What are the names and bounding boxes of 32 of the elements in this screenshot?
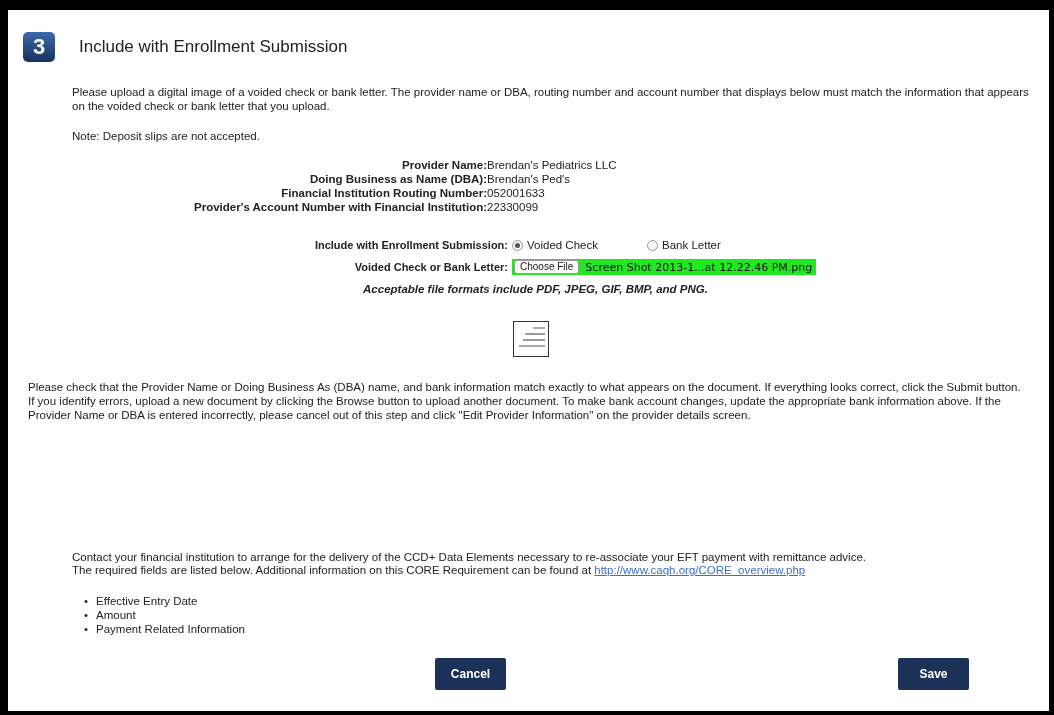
verification-text: Please check that the Provider Name or Doing Business As (DBA) name, and bank information match exactly to what appears on the document. If everything looks correct, click the Submit button. If you identify errors, upload a new document by clicking the Browse button to upload another document. To make bank account changes, update the appropriate bank information above. If the Provider Name or DBA is entered incorrectly, please cancel out of this step and click "Edit Provider Information" on the provider details screen.	[28, 381, 1022, 423]
core-link[interactable]: http://www.caqh.org/CORE_overview.php	[594, 564, 806, 577]
field-value: 052001633	[487, 187, 546, 201]
list-item: Payment Related Information	[96, 622, 245, 637]
list-item: Effective Entry Date	[96, 594, 198, 609]
field-value: 22330099	[487, 200, 540, 215]
field-value: Brendan's Ped's	[487, 173, 572, 187]
radio-label[interactable]: Bank Letter	[662, 238, 721, 253]
field-label: Provider's Account Number with Financial Institution:	[194, 200, 488, 215]
radio-button[interactable]	[512, 239, 523, 251]
file-input[interactable]: Choose File Screen Shot 2013-1...at 12.22.46 PM.png	[512, 259, 817, 276]
radio-label[interactable]: Voided Check	[527, 238, 598, 253]
bullet-mark: •	[84, 622, 89, 637]
field-label: Include with Enrollment Submission:	[313, 238, 508, 253]
contact-text: Contact your financial institution to arrange for the delivery of the CCD+ Data Elements necessary to re-associate your EFT payment with remittance advice.	[72, 550, 867, 565]
field-label: Provider Name:	[401, 159, 488, 174]
bullet-mark: •	[84, 608, 89, 623]
instruction-text: Please upload a digital image of a voided check or bank letter. The provider name or DBA, routing number and account number that displays below must match the information that appears on the voided check or bank letter that you upload.	[72, 86, 1029, 114]
radio-button[interactable]	[647, 239, 658, 251]
contact-text: The required fields are listed below. Additional information on this CORE Requirement can be found at	[72, 564, 592, 577]
field-value: Brendan's Pediatrics LLC	[487, 159, 617, 174]
section-title: Include with Enrollment Submission	[79, 36, 348, 58]
save-button[interactable]: Save	[898, 658, 969, 691]
file-formats-note: Acceptable file formats include PDF, JPEG, GIF, BMP, and PNG.	[362, 283, 709, 298]
field-label: Voided Check or Bank Letter:	[353, 260, 508, 274]
cancel-button[interactable]: Cancel	[435, 658, 506, 691]
note-text: Note: Deposit slips are not accepted.	[72, 129, 261, 144]
step-number-badge: 3	[23, 32, 55, 62]
bullet-mark: •	[84, 594, 89, 609]
list-item: Amount	[96, 608, 136, 623]
field-label: Financial Institution Routing Number:	[280, 187, 488, 201]
field-label: Doing Business as Name (DBA):	[309, 173, 488, 187]
